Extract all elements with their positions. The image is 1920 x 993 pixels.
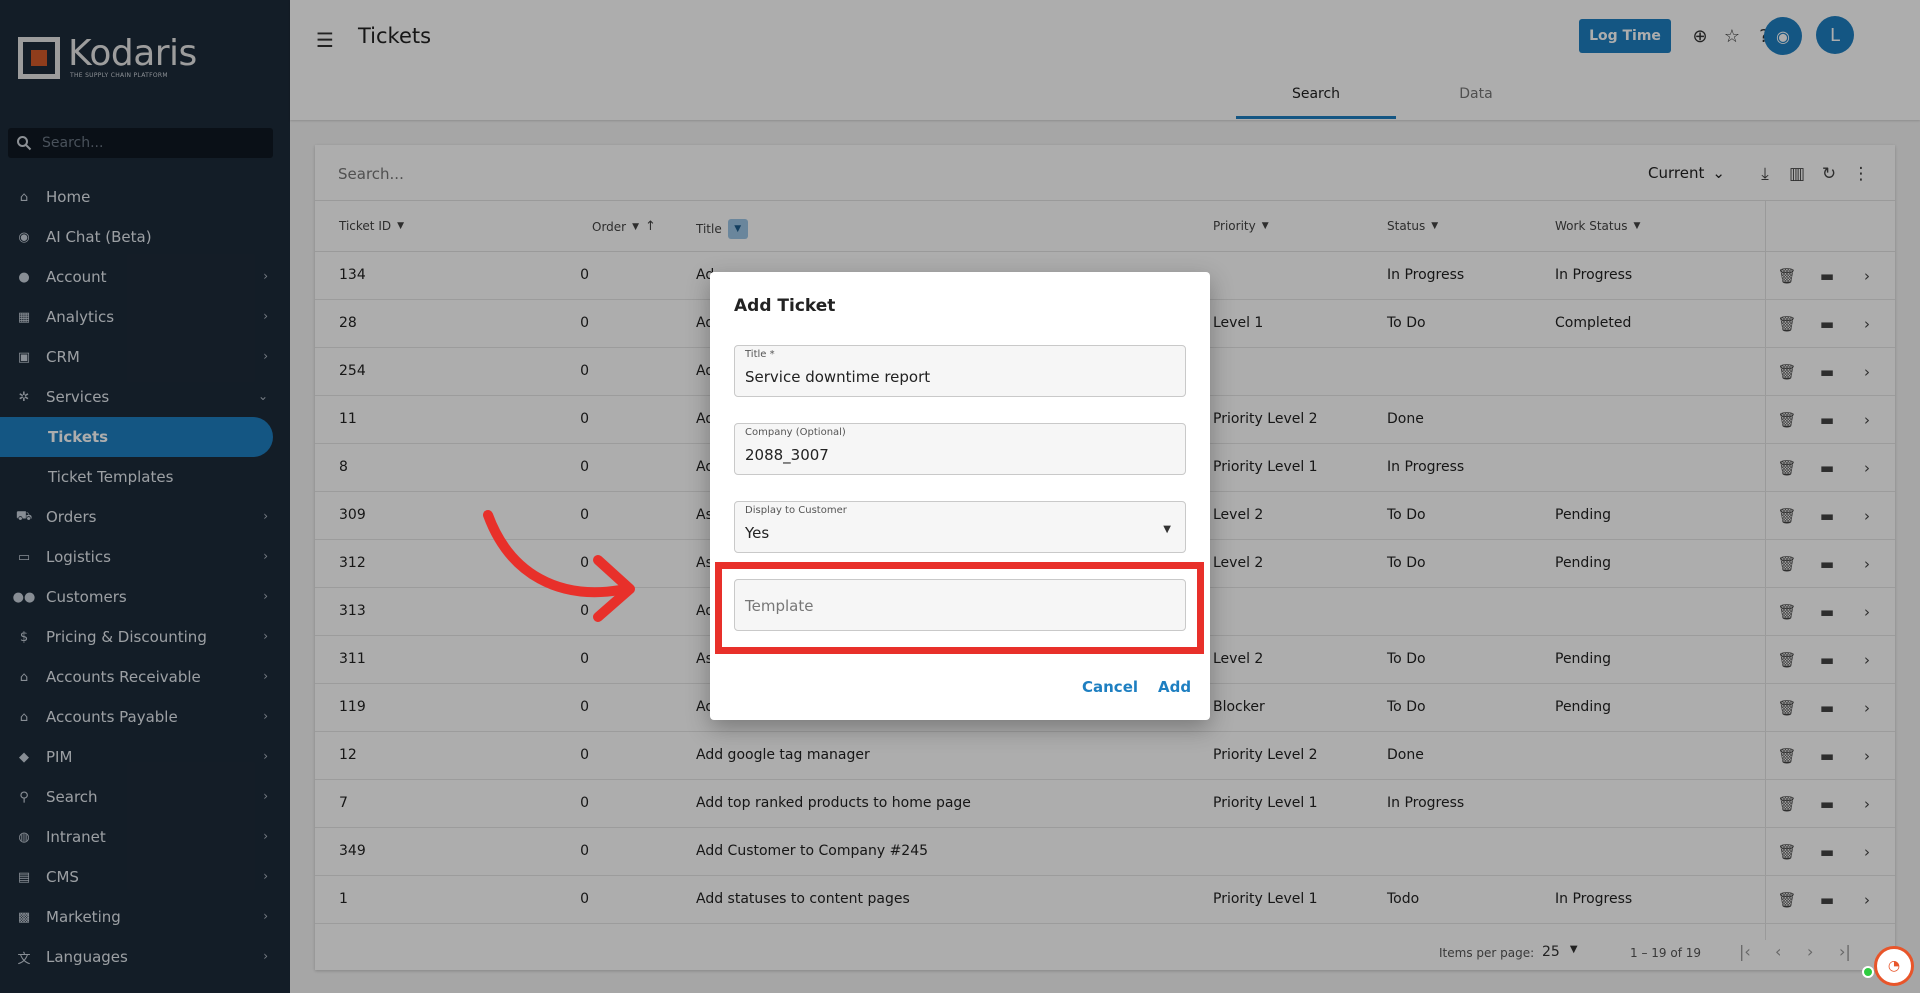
cancel-button[interactable]: Cancel bbox=[1082, 678, 1138, 696]
dialog-title: Add Ticket bbox=[734, 296, 836, 316]
annotation-arrow-icon bbox=[483, 510, 635, 622]
title-field-value[interactable]: Service downtime report bbox=[745, 368, 1145, 386]
title-field-label: Title * bbox=[745, 349, 775, 360]
add-button[interactable]: Add bbox=[1158, 678, 1191, 696]
title-field[interactable]: Title * Service downtime report bbox=[734, 345, 1186, 397]
display-field-value: Yes bbox=[745, 524, 770, 542]
company-field-value[interactable]: 2088_3007 bbox=[745, 446, 1145, 464]
chat-icon[interactable]: ◔ bbox=[1874, 946, 1914, 986]
company-field[interactable]: Company (Optional) 2088_3007 bbox=[734, 423, 1186, 475]
display-to-customer-select[interactable]: Display to Customer Yes ▼ bbox=[734, 501, 1186, 553]
annotation-highlight-box bbox=[715, 562, 1204, 654]
caret-down-icon: ▼ bbox=[1163, 524, 1171, 535]
display-field-label: Display to Customer bbox=[745, 505, 847, 516]
company-field-label: Company (Optional) bbox=[745, 427, 846, 438]
online-status-dot bbox=[1862, 966, 1874, 978]
